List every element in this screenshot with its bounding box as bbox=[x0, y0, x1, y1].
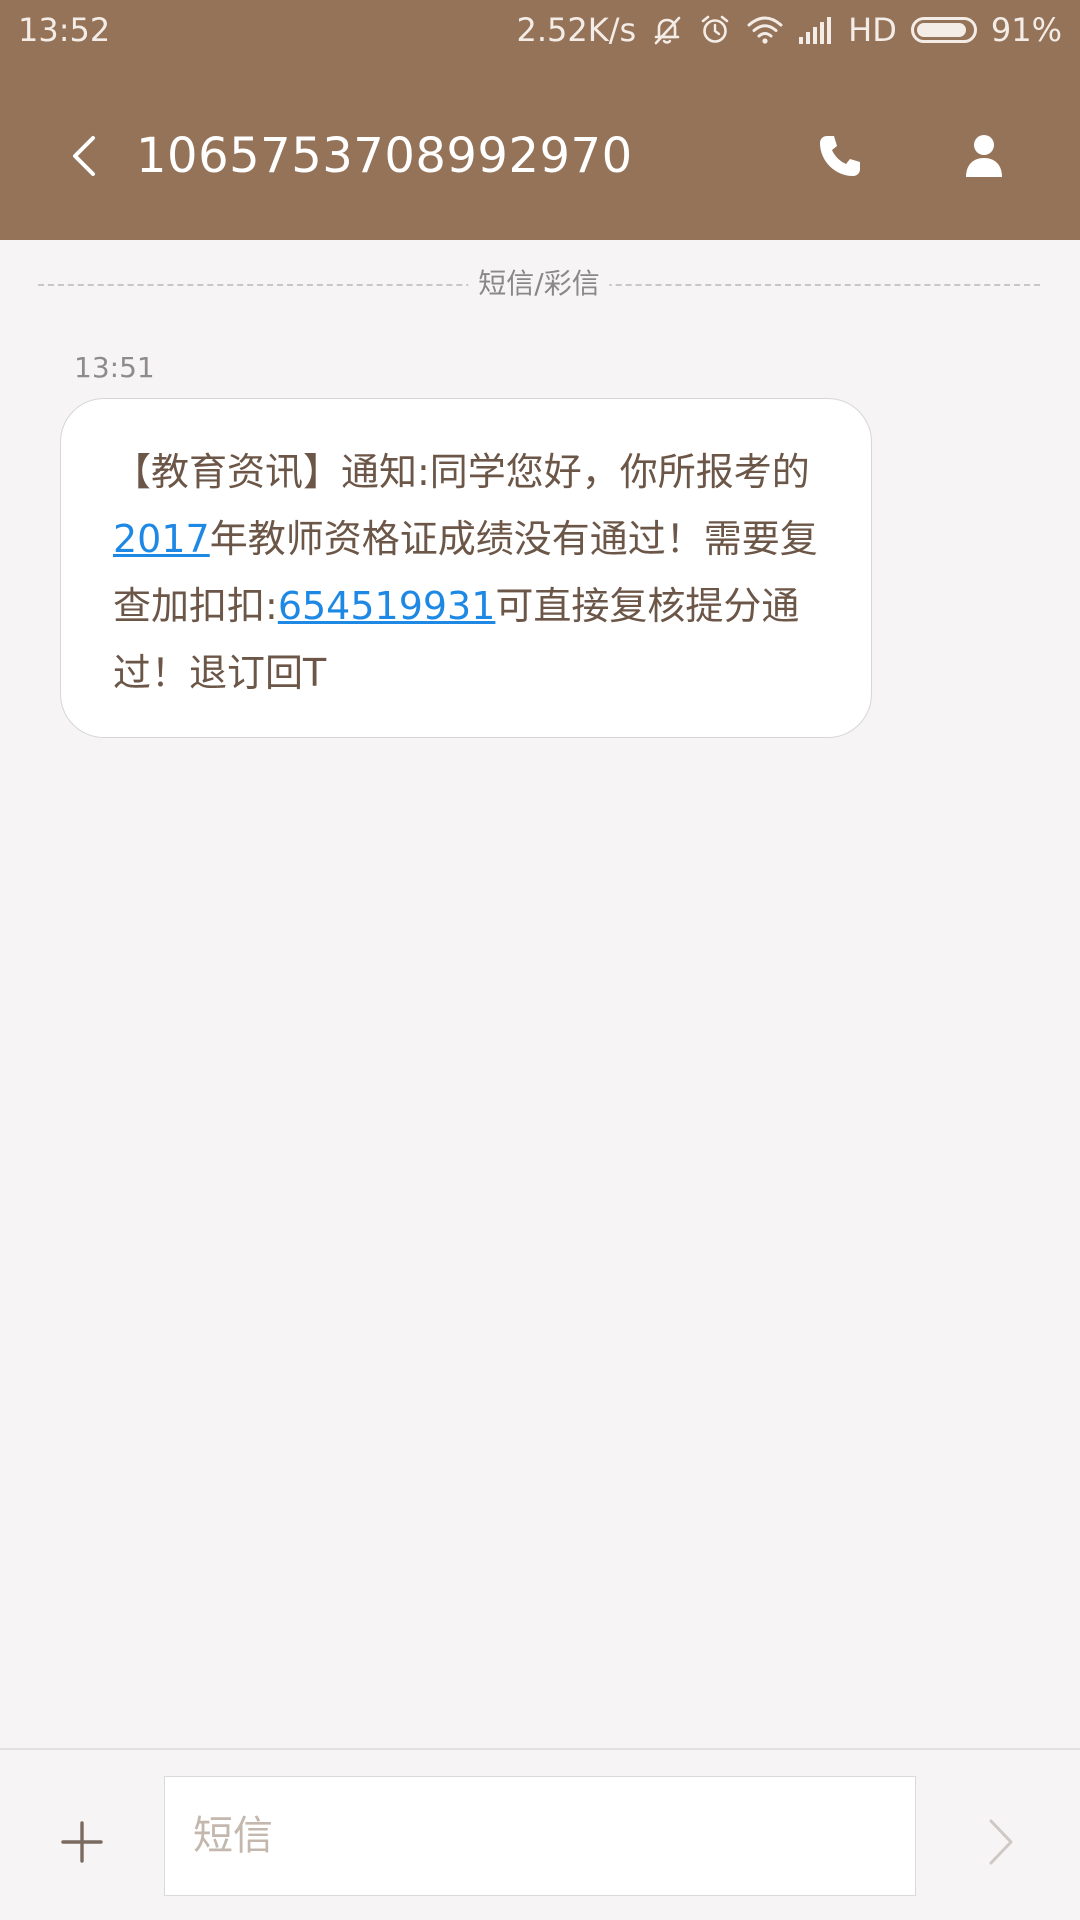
call-button[interactable] bbox=[810, 126, 870, 186]
wifi-icon bbox=[746, 14, 784, 46]
composer-bar bbox=[0, 1748, 1080, 1920]
signal-icon bbox=[798, 15, 834, 45]
chevron-right-icon bbox=[989, 1819, 1013, 1865]
chevron-left-icon bbox=[73, 136, 95, 176]
status-icons: 2.52K/s HD 91% bbox=[516, 10, 1062, 50]
plus-icon bbox=[61, 1821, 103, 1863]
back-button[interactable] bbox=[56, 124, 112, 188]
thread-divider: 短信/彩信 bbox=[38, 264, 1040, 304]
person-icon bbox=[966, 135, 1002, 177]
message-timestamp: 13:51 bbox=[74, 351, 155, 384]
header: 13:52 2.52K/s HD 91% 1065753708992970 bbox=[0, 0, 1080, 240]
mute-icon bbox=[650, 13, 684, 47]
contact-profile-button[interactable] bbox=[954, 126, 1014, 186]
status-bar: 13:52 2.52K/s HD 91% bbox=[0, 0, 1080, 60]
add-attachment-button[interactable] bbox=[52, 1812, 112, 1872]
phone-icon bbox=[820, 136, 860, 176]
alarm-icon bbox=[698, 13, 732, 47]
qq-number-link[interactable]: 654519931 bbox=[278, 584, 496, 628]
message-text-segment: 【教育资讯】通知:同学您好，你所报考的 bbox=[113, 450, 810, 494]
network-speed: 2.52K/s bbox=[516, 11, 637, 49]
message-bubble[interactable]: 【教育资讯】通知:同学您好，你所报考的2017年教师资格证成绩没有通过！需要复查… bbox=[60, 398, 872, 738]
message-text: 【教育资讯】通知:同学您好，你所报考的2017年教师资格证成绩没有通过！需要复查… bbox=[113, 439, 819, 707]
title-bar: 1065753708992970 bbox=[0, 100, 1080, 216]
battery-fill bbox=[916, 23, 966, 37]
send-button[interactable] bbox=[976, 1812, 1026, 1872]
hd-label: HD bbox=[848, 11, 897, 49]
battery-icon bbox=[910, 17, 977, 43]
battery-percent: 91% bbox=[990, 11, 1062, 49]
message-type-label: 短信/彩信 bbox=[468, 264, 610, 304]
contact-title: 1065753708992970 bbox=[136, 128, 633, 184]
message-input[interactable] bbox=[164, 1776, 916, 1896]
status-time: 13:52 bbox=[18, 11, 111, 49]
messaging-screen: 13:52 2.52K/s HD 91% 1065753708992970 短信… bbox=[0, 0, 1080, 1920]
year-link[interactable]: 2017 bbox=[113, 517, 210, 561]
